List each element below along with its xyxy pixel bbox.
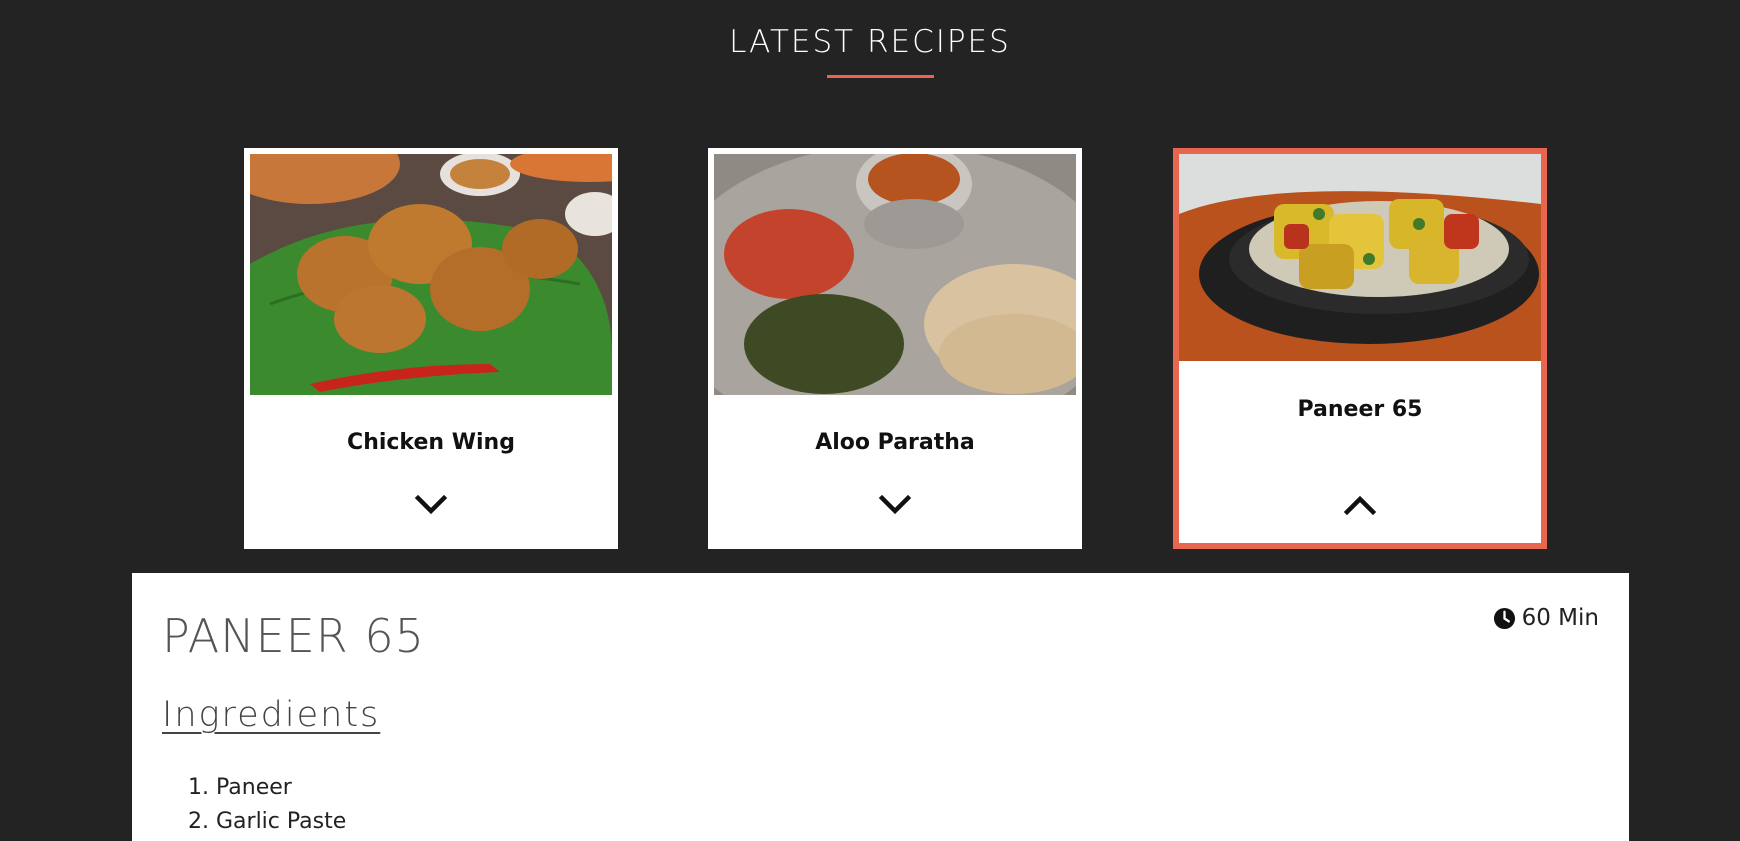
recipe-detail-panel: PANEER 65 60 Min Ingredients Paneer Garl… [132,573,1629,841]
section-title: LATEST RECIPES [729,24,1011,60]
cook-time: 60 Min [1493,605,1599,631]
recipe-card-title: Aloo Paratha [815,430,975,455]
ingredients-heading: Ingredients [162,695,381,735]
clock-icon [1493,607,1516,630]
recipe-card-aloo-paratha[interactable]: Aloo Paratha [708,148,1082,549]
recipe-image-aloo-paratha [714,154,1076,395]
expand-toggle-button[interactable] [877,490,913,520]
recipe-card-title: Paneer 65 [1297,397,1423,422]
collapse-toggle-button[interactable] [1342,490,1378,520]
expand-toggle-button[interactable] [413,490,449,520]
title-underline [827,75,934,78]
cook-time-value: 60 Min [1521,605,1599,631]
ingredient-item: Paneer [216,771,346,805]
recipe-card-paneer-65[interactable]: Paneer 65 [1173,148,1547,549]
recipe-image-paneer-65 [1179,154,1541,361]
ingredient-item: Garlic Paste [216,805,346,839]
recipe-card-title: Chicken Wing [347,430,515,455]
recipes-page: LATEST RECIPES Chicken Wing Aloo Paratha… [0,0,1740,841]
ingredients-list: Paneer Garlic Paste [192,771,346,839]
recipe-image-chicken-wing [250,154,612,395]
recipe-detail-title: PANEER 65 [162,609,425,663]
chevron-down-icon [878,494,912,515]
chevron-up-icon [1343,495,1377,516]
recipe-card-chicken-wing[interactable]: Chicken Wing [244,148,618,549]
chevron-down-icon [414,494,448,515]
